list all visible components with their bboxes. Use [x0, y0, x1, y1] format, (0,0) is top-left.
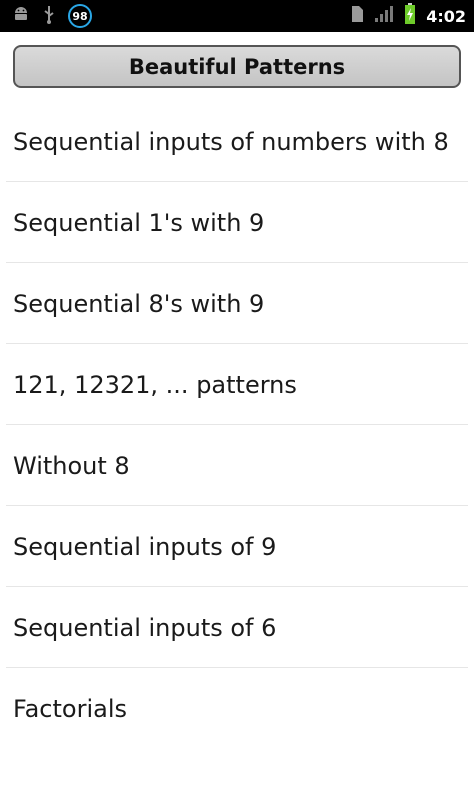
list-item-label: Sequential inputs of 6 — [13, 613, 277, 642]
pattern-list: Sequential inputs of numbers with 8 Sequ… — [0, 101, 474, 749]
signal-icon — [374, 5, 394, 27]
list-item[interactable]: Without 8 — [0, 425, 474, 506]
list-item[interactable]: Sequential inputs of 6 — [0, 587, 474, 668]
battery-icon — [404, 3, 416, 29]
notification-count-badge: 98 — [68, 4, 92, 28]
list-item-label: 121, 12321, ... patterns — [13, 370, 297, 399]
status-bar-right: 4:02 — [350, 3, 466, 29]
list-item[interactable]: Sequential 1's with 9 — [0, 182, 474, 263]
android-icon — [12, 5, 30, 27]
sd-card-icon — [350, 5, 364, 27]
list-item-label: Sequential 1's with 9 — [13, 208, 265, 237]
list-item-label: Sequential inputs of 9 — [13, 532, 277, 561]
list-item[interactable]: Sequential inputs of numbers with 8 — [0, 101, 474, 182]
clock: 4:02 — [426, 6, 466, 26]
list-item-label: Without 8 — [13, 451, 130, 480]
beautiful-patterns-button[interactable]: Beautiful Patterns — [13, 45, 461, 88]
list-item[interactable]: Sequential inputs of 9 — [0, 506, 474, 587]
list-item[interactable]: 121, 12321, ... patterns — [0, 344, 474, 425]
list-item[interactable]: Factorials — [0, 668, 474, 749]
list-item-label: Sequential 8's with 9 — [13, 289, 265, 318]
list-item-label: Factorials — [13, 694, 128, 723]
list-item[interactable]: Sequential 8's with 9 — [0, 263, 474, 344]
list-item-label: Sequential inputs of numbers with 8 — [13, 127, 449, 156]
status-bar-left: 98 — [12, 4, 92, 28]
usb-icon — [42, 4, 56, 28]
status-bar: 98 4:02 — [0, 0, 474, 32]
